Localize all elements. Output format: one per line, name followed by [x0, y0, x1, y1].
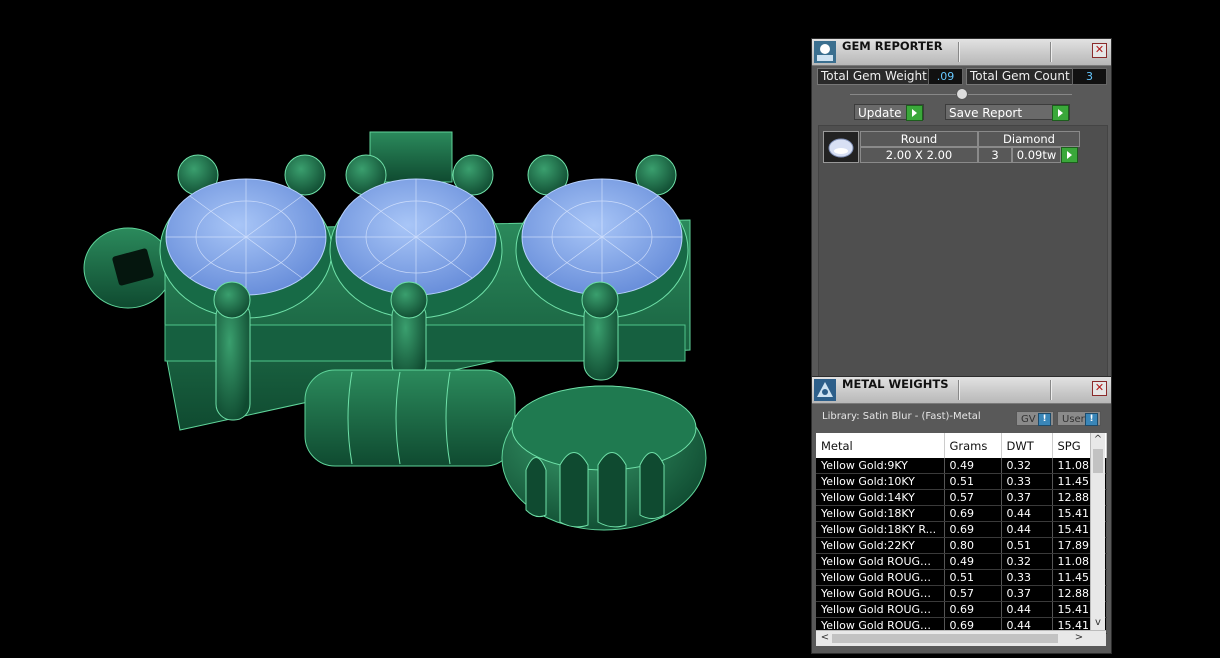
3d-viewport[interactable] — [0, 0, 810, 654]
gem-reporter-title: GEM REPORTER — [842, 39, 943, 53]
table-cell: 0.57 — [944, 489, 1002, 506]
gem-count: 3 — [978, 147, 1012, 163]
list-item[interactable]: Round Diamond 2.00 X 2.00 3 0.09tw — [823, 131, 1080, 163]
gem-reporter-titlebar[interactable]: GEM REPORTER ✕ — [812, 39, 1111, 66]
scroll-thumb[interactable] — [1093, 449, 1103, 473]
user-info-icon[interactable]: ! — [1085, 413, 1098, 426]
table-cell: 0.69 — [944, 521, 1002, 538]
library-label: Library: Satin Blur - (Fast)-Metal — [822, 411, 981, 422]
column-header[interactable]: DWT — [1001, 433, 1053, 458]
update-button[interactable]: Update — [854, 104, 924, 121]
titlebar-separator — [1050, 380, 1051, 400]
table-cell: 0.44 — [1001, 521, 1053, 538]
metal-weights-close-button[interactable]: ✕ — [1092, 381, 1107, 396]
metal-weights-titlebar[interactable]: METAL WEIGHTS ✕ — [812, 377, 1111, 404]
gv-info-icon[interactable]: ! — [1038, 413, 1051, 426]
table-cell: Yellow Gold ROUGH... — [816, 569, 945, 586]
table-row[interactable]: Yellow Gold:9KY 0.49 0.32 11.08 — [816, 458, 1107, 474]
table-cell: Yellow Gold ROUGH... — [816, 585, 945, 602]
metal-weights-table: Metal Grams DWT SPG Yellow Gold:9KY 0.49 0.32… — [816, 433, 1107, 634]
table-row[interactable]: Yellow Gold:14KY 0.57 0.37 12.88 — [816, 489, 1107, 506]
table-row[interactable]: Yellow Gold ROUGH... 0.69 0.44 15.41 — [816, 601, 1107, 618]
table-row[interactable]: Yellow Gold ROUGH... 0.51 0.33 11.45 — [816, 569, 1107, 586]
table-cell: 0.44 — [1001, 601, 1053, 618]
table-cell: 0.32 — [1001, 553, 1053, 570]
save-report-arrow-icon[interactable] — [1052, 105, 1069, 121]
table-cell: 0.32 — [1001, 458, 1053, 474]
user-toggle-label: User — [1062, 414, 1085, 425]
titlebar-separator — [1050, 42, 1051, 62]
table-cell: 0.51 — [944, 569, 1002, 586]
table-row[interactable]: Yellow Gold:18KY R... 0.69 0.44 15.41 — [816, 521, 1107, 538]
total-gem-count-label: Total Gem Count — [966, 68, 1073, 85]
table-cell: 0.69 — [944, 601, 1002, 618]
gem-row-arrow-icon[interactable] — [1061, 147, 1078, 163]
metal-weights-title: METAL WEIGHTS — [842, 377, 949, 391]
user-toggle[interactable]: User ! — [1057, 411, 1101, 426]
column-header[interactable]: Metal — [816, 433, 945, 458]
table-cell: 0.44 — [1001, 505, 1053, 522]
gem-size: 2.00 X 2.00 — [860, 147, 978, 163]
table-cell: 0.37 — [1001, 489, 1053, 506]
table-cell: 0.49 — [944, 553, 1002, 570]
table-cell: Yellow Gold:10KY — [816, 473, 945, 490]
table-cell: 0.51 — [944, 473, 1002, 490]
scroll-left-icon[interactable]: < — [818, 632, 832, 644]
table-cell: Yellow Gold:14KY — [816, 489, 945, 506]
scroll-right-icon[interactable]: > — [1072, 632, 1086, 644]
round-diamond-thumbnail-icon — [823, 131, 859, 163]
table-row[interactable]: Yellow Gold:10KY 0.51 0.33 11.45 — [816, 473, 1107, 490]
gem-type: Diamond — [978, 131, 1080, 147]
total-gem-count-value: 3 — [1072, 68, 1107, 85]
table-row[interactable]: Yellow Gold:18KY 0.69 0.44 15.41 — [816, 505, 1107, 522]
table-cell: Yellow Gold:9KY — [816, 458, 945, 474]
gem-list: Round Diamond 2.00 X 2.00 3 0.09tw — [818, 125, 1108, 377]
table-cell: 0.57 — [944, 585, 1002, 602]
save-report-button-label: Save Report — [949, 106, 1023, 120]
gv-toggle[interactable]: GV ! — [1016, 411, 1054, 426]
table-cell: 0.37 — [1001, 585, 1053, 602]
horizontal-scrollbar[interactable]: < > — [816, 630, 1106, 646]
table-cell: Yellow Gold ROUGH... — [816, 553, 945, 570]
metal-weights-icon — [814, 379, 836, 401]
update-arrow-icon[interactable] — [906, 105, 923, 121]
total-gem-weight-value: .09 — [928, 68, 963, 85]
table-cell: 0.33 — [1001, 569, 1053, 586]
metal-weights-panel: METAL WEIGHTS ✕ Library: Satin Blur - (F… — [811, 376, 1112, 654]
table-cell: 0.69 — [944, 505, 1002, 522]
h-scroll-thumb[interactable] — [832, 634, 1058, 643]
gem-reporter-close-button[interactable]: ✕ — [1092, 43, 1107, 58]
save-report-button[interactable]: Save Report — [945, 104, 1070, 121]
titlebar-separator — [958, 42, 959, 62]
gem-reporter-icon — [814, 41, 836, 63]
table-row[interactable]: Yellow Gold:22KY 0.80 0.51 17.89 — [816, 537, 1107, 554]
table-cell: 0.33 — [1001, 473, 1053, 490]
gem-weight: 0.09tw — [1012, 147, 1061, 163]
column-header[interactable]: Grams — [944, 433, 1002, 458]
ring-model — [83, 131, 707, 531]
table-cell: 0.51 — [1001, 537, 1053, 554]
gem-reporter-panel: GEM REPORTER ✕ Total Gem Weight .09 Tota… — [811, 38, 1112, 378]
table-row[interactable]: Yellow Gold ROUGH... 0.57 0.37 12.88 — [816, 585, 1107, 602]
table-cell: Yellow Gold:18KY R... — [816, 521, 945, 538]
scroll-up-icon[interactable]: ^ — [1091, 434, 1105, 446]
gv-toggle-label: GV — [1021, 414, 1036, 425]
table-row[interactable]: Yellow Gold ROUGH... 0.49 0.32 11.08 — [816, 553, 1107, 570]
table-cell: 0.80 — [944, 537, 1002, 554]
table-cell: Yellow Gold:18KY — [816, 505, 945, 522]
gem-shape: Round — [860, 131, 978, 147]
scroll-down-icon[interactable]: v — [1091, 617, 1105, 629]
table-cell: Yellow Gold ROUGH... — [816, 601, 945, 618]
titlebar-separator — [958, 380, 959, 400]
splitter-handle-icon[interactable] — [956, 88, 968, 100]
update-button-label: Update — [858, 106, 902, 120]
table-cell: 0.49 — [944, 458, 1002, 474]
table-cell: Yellow Gold:22KY — [816, 537, 945, 554]
vertical-scrollbar[interactable]: ^ v — [1090, 433, 1105, 630]
total-gem-weight-label: Total Gem Weight — [817, 68, 930, 85]
